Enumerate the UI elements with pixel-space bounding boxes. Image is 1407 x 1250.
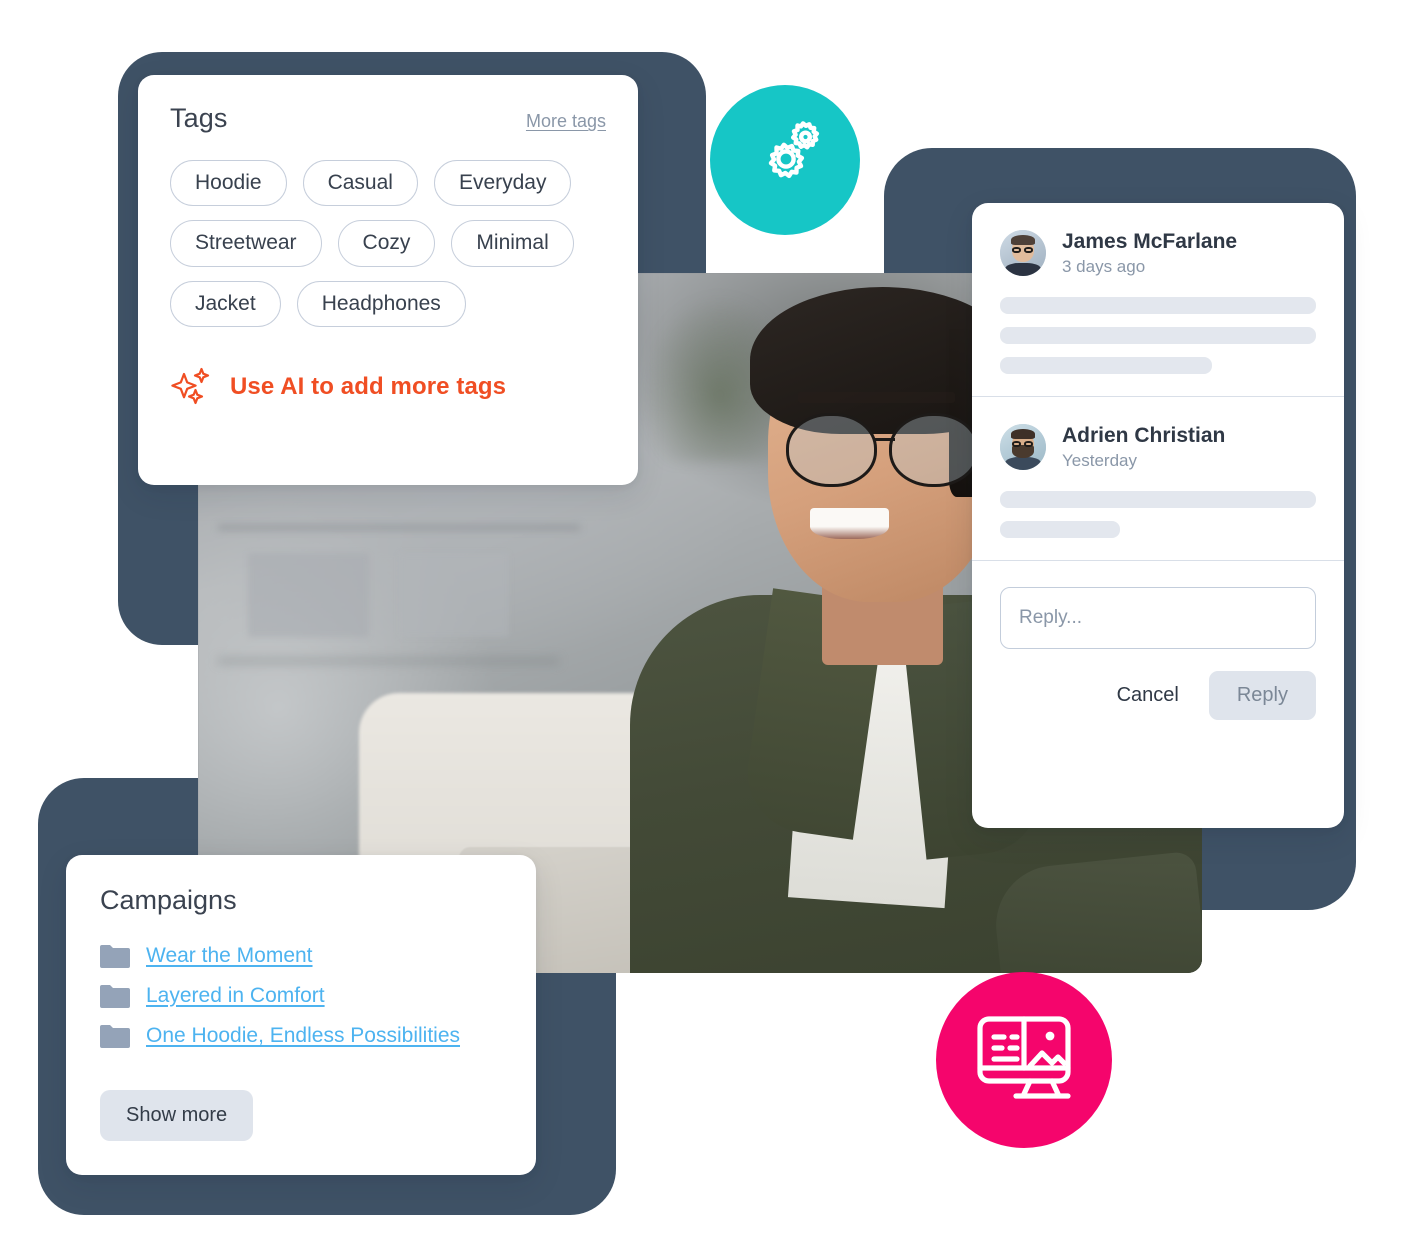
reply-composer: Cancel Reply: [972, 560, 1344, 744]
tag-chip[interactable]: Casual: [302, 160, 418, 207]
monitor-media-icon: [972, 1006, 1076, 1115]
cancel-button[interactable]: Cancel: [1097, 672, 1199, 719]
campaign-link[interactable]: Wear the Moment: [146, 944, 313, 968]
photo-box: [248, 553, 369, 637]
composite-stage: Tags More tags Hoodie Casual Everyday St…: [0, 0, 1407, 1250]
tag-chip[interactable]: Streetwear: [170, 220, 322, 267]
tag-chip-list: Hoodie Casual Everyday Streetwear Cozy M…: [170, 160, 600, 327]
comment-body-skeleton: [1000, 491, 1316, 539]
media-badge: [936, 972, 1112, 1148]
campaign-link[interactable]: One Hoodie, Endless Possibilities: [146, 1024, 460, 1048]
skeleton-line: [1000, 297, 1316, 315]
campaign-list-item[interactable]: One Hoodie, Endless Possibilities: [100, 1024, 502, 1048]
tag-chip[interactable]: Minimal: [451, 220, 574, 267]
skeleton-line: [1000, 327, 1316, 345]
campaign-list-item[interactable]: Wear the Moment: [100, 944, 502, 968]
comment-meta: Adrien Christian Yesterday: [1062, 423, 1225, 471]
comment-timestamp: Yesterday: [1062, 451, 1137, 471]
show-more-button[interactable]: Show more: [100, 1090, 254, 1141]
tag-chip[interactable]: Everyday: [433, 160, 572, 207]
tag-chip[interactable]: Headphones: [296, 280, 466, 327]
skeleton-line: [1000, 491, 1316, 509]
gears-icon: [742, 115, 828, 206]
photo-shelf: [218, 658, 560, 664]
skeleton-line: [1000, 521, 1121, 539]
tags-panel: Tags More tags Hoodie Casual Everyday St…: [138, 75, 638, 485]
folder-icon: [100, 1024, 130, 1048]
gears-badge: [710, 85, 860, 235]
use-ai-tags-label: Use AI to add more tags: [230, 372, 507, 400]
tags-title: Tags: [170, 103, 228, 133]
comment-timestamp: 3 days ago: [1062, 257, 1146, 277]
campaign-link[interactable]: Layered in Comfort: [146, 984, 325, 1008]
comments-panel: James McFarlane 3 days ago Adrien Christ…: [972, 203, 1344, 828]
photo-shelf: [218, 525, 580, 530]
comment-author: Adrien Christian: [1062, 424, 1226, 448]
use-ai-tags-button[interactable]: Use AI to add more tags: [170, 365, 606, 409]
tag-chip[interactable]: Jacket: [170, 280, 281, 327]
comment-item: James McFarlane 3 days ago: [972, 203, 1344, 396]
skeleton-line: [1000, 357, 1212, 375]
avatar[interactable]: [1000, 230, 1046, 277]
more-tags-link[interactable]: More tags: [526, 111, 606, 132]
campaigns-title: Campaigns: [100, 885, 237, 915]
tag-chip[interactable]: Cozy: [337, 220, 436, 267]
folder-icon: [100, 944, 130, 968]
folder-icon: [100, 984, 130, 1008]
campaigns-panel: Campaigns Wear the Moment Layered in Com…: [66, 855, 536, 1175]
comment-header: James McFarlane 3 days ago: [1000, 229, 1316, 277]
comment-header: Adrien Christian Yesterday: [1000, 423, 1316, 471]
reply-actions: Cancel Reply: [1000, 671, 1316, 721]
campaign-list-item[interactable]: Layered in Comfort: [100, 984, 502, 1008]
sparkles-icon: [170, 365, 214, 409]
comment-body-skeleton: [1000, 297, 1316, 375]
comment-meta: James McFarlane 3 days ago: [1062, 229, 1237, 277]
reply-input[interactable]: [1000, 587, 1316, 650]
comment-author: James McFarlane: [1062, 230, 1238, 253]
avatar[interactable]: [1000, 424, 1046, 471]
reply-button[interactable]: Reply: [1208, 671, 1316, 721]
tags-header: Tags More tags: [170, 103, 606, 134]
comment-item: Adrien Christian Yesterday: [972, 396, 1344, 560]
tag-chip[interactable]: Hoodie: [170, 160, 287, 207]
photo-box: [398, 553, 510, 637]
